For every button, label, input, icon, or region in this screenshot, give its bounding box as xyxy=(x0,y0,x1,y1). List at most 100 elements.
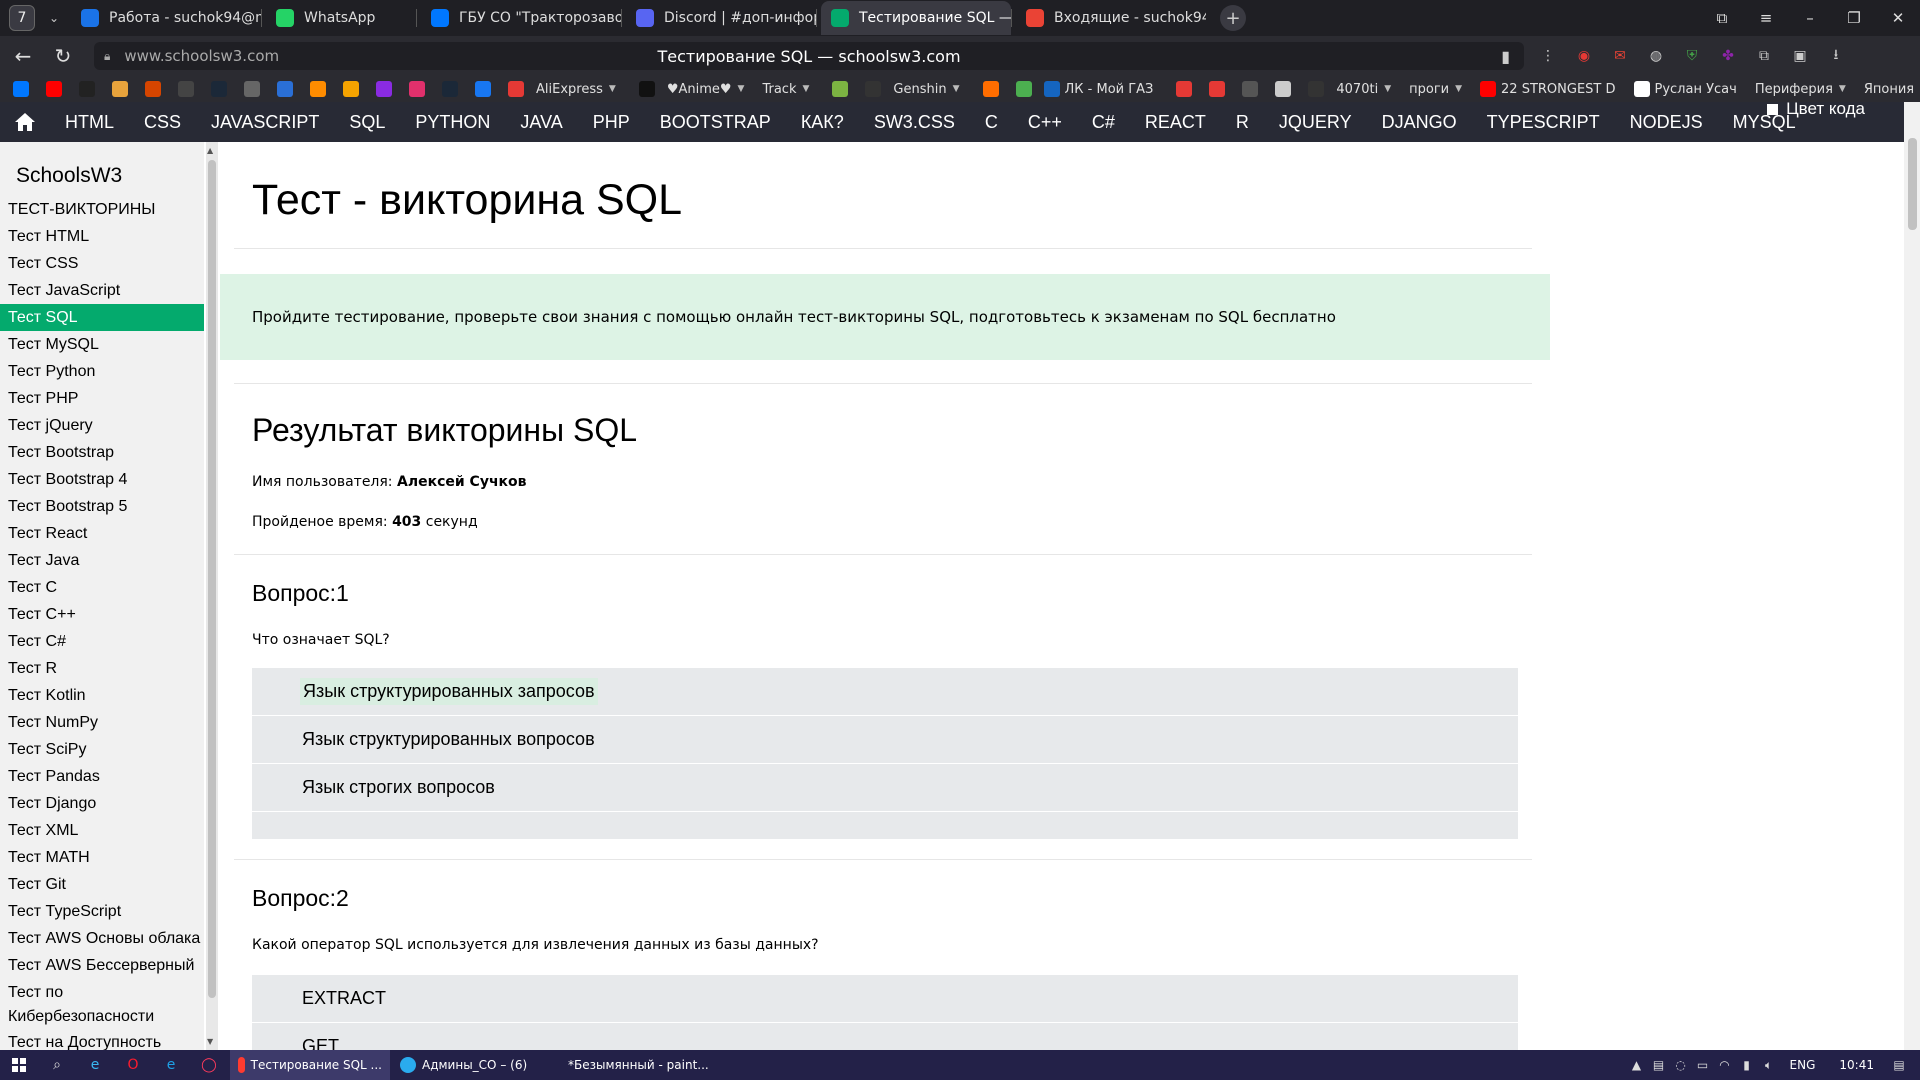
extension-color-icon[interactable]: ✤ xyxy=(1710,45,1746,67)
url-field[interactable]: 🔒︎ www.schoolsw3.com Тестирование SQL — … xyxy=(94,42,1524,70)
sidebar-scroll-thumb[interactable] xyxy=(208,160,216,998)
bookmark-item[interactable]: Периферия ▼ xyxy=(1755,82,1846,97)
bookmark-favicon-icon[interactable] xyxy=(13,81,29,97)
bookmark-favicon-icon[interactable] xyxy=(178,81,194,97)
sidebar-item[interactable]: Тест PHP xyxy=(0,385,204,412)
tab-vk[interactable]: ГБУ СО "Тракторозаводс xyxy=(421,1,621,35)
tab-mail-at[interactable]: Работа - suchok94@mail.r xyxy=(71,1,261,35)
bookmark-item[interactable]: Руслан Усач xyxy=(1633,81,1737,97)
sidebar-item[interactable]: Тест AWS Бессерверный xyxy=(0,952,204,979)
scroll-down-arrow-icon[interactable]: ▼ xyxy=(207,1037,213,1046)
sidebar-item[interactable]: Тест AWS Основы облака xyxy=(0,925,204,952)
extension-mario-icon[interactable]: ◉ xyxy=(1566,45,1602,67)
answer-option[interactable]: Язык строгих вопросов xyxy=(252,764,1518,812)
sidebar-item[interactable]: Тест Git xyxy=(0,871,204,898)
answer-option[interactable]: EXTRACT xyxy=(252,975,1518,1023)
bookmark-favicon-icon[interactable] xyxy=(310,81,326,97)
sidebar-item[interactable]: Тест CSS xyxy=(0,250,204,277)
sidebar-item[interactable]: Тест Java xyxy=(0,547,204,574)
opera-gx-icon[interactable]: ◯ xyxy=(190,1050,228,1080)
sidebar-item[interactable]: Тест NumPy xyxy=(0,709,204,736)
bookmark-item[interactable]: 4070ti ▼ xyxy=(1336,82,1391,97)
bookmark-item[interactable]: Япония▼ xyxy=(1864,82,1920,97)
bookmark-item[interactable]: AliExpress ▼ xyxy=(536,82,616,97)
reload-icon[interactable]: ↻ xyxy=(46,39,80,73)
nav-link-php[interactable]: PHP xyxy=(578,102,645,142)
code-color-toggle[interactable]: Цвет кода xyxy=(1767,99,1865,119)
bookmark-favicon-icon[interactable] xyxy=(1209,81,1226,97)
bookmark-favicon-icon[interactable] xyxy=(343,81,359,97)
sidebar-item[interactable]: Тест C xyxy=(0,574,204,601)
close-window-icon[interactable]: ✕ xyxy=(1876,9,1920,27)
bookmark-favicon-icon[interactable] xyxy=(475,81,491,97)
tray-display-icon[interactable]: ▭ xyxy=(1692,1058,1714,1072)
bookmark-favicon-icon[interactable] xyxy=(1308,81,1325,97)
nav-link-python[interactable]: PYTHON xyxy=(400,102,505,142)
bookmark-favicon-icon[interactable] xyxy=(508,81,524,97)
nav-link-nodejs[interactable]: NODEJS xyxy=(1615,102,1718,142)
bookmark-favicon-icon[interactable] xyxy=(1242,81,1259,97)
sidebar-item[interactable]: Тест Kotlin xyxy=(0,682,204,709)
extensions-puzzle-icon[interactable]: ⧉ xyxy=(1746,45,1782,67)
tab-gmail[interactable]: Входящие - suchok94@gr xyxy=(1016,1,1206,35)
sidebar-item[interactable]: Тест MySQL xyxy=(0,331,204,358)
tab-list-chevron-icon[interactable]: ⌄ xyxy=(41,5,67,31)
tray-app-icon[interactable]: ▲ xyxy=(1626,1058,1648,1072)
tab-discord[interactable]: Discord | #доп-информац xyxy=(626,1,816,35)
nav-link-sw3css[interactable]: SW3.CSS xyxy=(859,102,970,142)
nav-link-react[interactable]: REACT xyxy=(1130,102,1221,142)
windows-start-icon[interactable] xyxy=(0,1050,38,1080)
minimize-icon[interactable]: – xyxy=(1788,9,1832,27)
bookmark-item[interactable]: ♥Anime♥ ▼ xyxy=(667,82,745,97)
collections-icon[interactable]: ▣ xyxy=(1782,45,1818,67)
extension-globe-icon[interactable]: ◍ xyxy=(1638,45,1674,67)
notifications-icon[interactable]: ▤ xyxy=(1888,1058,1910,1072)
nav-link-django[interactable]: DJANGO xyxy=(1367,102,1472,142)
download-icon[interactable]: ⭳ xyxy=(1818,45,1854,67)
menu-dots-icon[interactable]: ⋮ xyxy=(1530,45,1566,67)
bookmark-favicon-icon[interactable] xyxy=(832,81,849,97)
sidebar-item[interactable]: Тест Django xyxy=(0,790,204,817)
page-scroll-thumb[interactable] xyxy=(1908,138,1917,230)
bookmark-item[interactable]: ЛК - Мой ГАЗ xyxy=(1043,81,1153,97)
bookmark-favicon-icon[interactable] xyxy=(376,81,392,97)
sidebar-item[interactable]: Тест SciPy xyxy=(0,736,204,763)
nav-link-javascript[interactable]: JAVASCRIPT xyxy=(196,102,334,142)
nav-link-css[interactable]: CSS xyxy=(129,102,196,142)
sidebar-item[interactable]: Тест Bootstrap 5 xyxy=(0,493,204,520)
bookmark-favicon-icon[interactable] xyxy=(409,81,425,97)
new-tab-button[interactable]: + xyxy=(1220,5,1246,31)
tray-battery-icon[interactable]: ▮ xyxy=(1736,1058,1758,1072)
ie-icon[interactable]: e xyxy=(152,1050,190,1080)
edge-icon[interactable]: e xyxy=(76,1050,114,1080)
sidebar-item[interactable]: Тест R xyxy=(0,655,204,682)
nav-link-r[interactable]: R xyxy=(1221,102,1264,142)
nav-link-c[interactable]: C# xyxy=(1077,102,1130,142)
nav-link-c[interactable]: C xyxy=(970,102,1013,142)
bookmark-favicon-icon[interactable] xyxy=(211,81,227,97)
bookmark-favicon-icon[interactable] xyxy=(244,81,260,97)
sidebar-item[interactable]: Тест TypeScript xyxy=(0,898,204,925)
bookmark-item[interactable]: проги ▼ xyxy=(1409,82,1462,97)
nav-link-html[interactable]: HTML xyxy=(50,102,129,142)
nav-link-c[interactable]: C++ xyxy=(1013,102,1077,142)
clock[interactable]: 10:41 xyxy=(1839,1058,1874,1072)
taskbar-app[interactable]: Админы_СО – (6) xyxy=(392,1050,552,1080)
tab-count-button[interactable]: 7 xyxy=(9,5,35,31)
nav-link-sql[interactable]: SQL xyxy=(334,102,400,142)
bookmark-favicon-icon[interactable] xyxy=(1275,81,1292,97)
language-indicator[interactable]: ENG xyxy=(1790,1058,1816,1072)
taskbar-app[interactable]: *Безымянный - paint... xyxy=(554,1050,714,1080)
sidebar-scrollbar[interactable]: ▲ ▼ xyxy=(206,142,218,1050)
shield-extension-icon[interactable]: ⛨ xyxy=(1674,45,1710,67)
search-icon[interactable]: ⌕ xyxy=(38,1050,76,1080)
bookmark-item[interactable]: Genshin ▼ xyxy=(893,82,959,97)
bookmark-favicon-icon[interactable] xyxy=(1176,81,1193,97)
nav-link-java[interactable]: JAVA xyxy=(505,102,577,142)
answer-option[interactable]: Язык структурированных запросов xyxy=(252,668,1518,716)
sidebar-item[interactable]: Тест по Кибербезопасности xyxy=(0,979,204,1029)
tray-network-icon[interactable]: ◌ xyxy=(1670,1058,1692,1072)
sidebar-item[interactable]: Тест JavaScript xyxy=(0,277,204,304)
sidebar-item[interactable]: Тест Bootstrap 4 xyxy=(0,466,204,493)
tab-whatsapp[interactable]: WhatsApp xyxy=(266,1,416,35)
